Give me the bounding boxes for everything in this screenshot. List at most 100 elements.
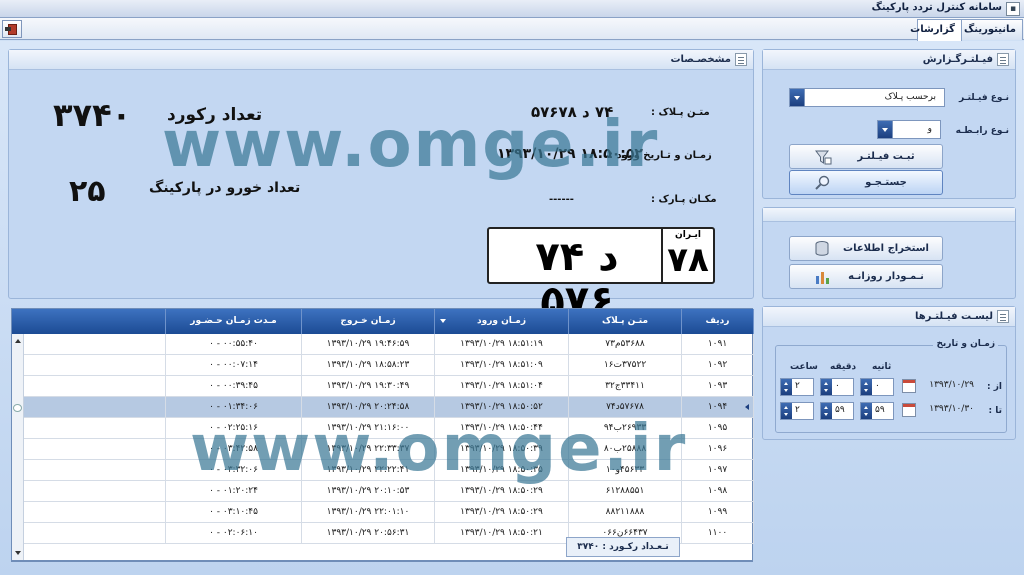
license-plate-image: ۷۴ د ۵۷۶ ایـران ۷۸ — [487, 227, 715, 324]
table-cell: ۱۳۹۳/۱۰/۲۹ ۲۰:۵۶:۳۱ — [302, 523, 435, 544]
scroll-up-icon[interactable] — [15, 339, 21, 343]
relation-type-select[interactable]: و — [877, 120, 941, 139]
table-cell: ۱۰۹۶ — [682, 439, 754, 460]
extract-panel: استخراج اطلاعات نـمـودار روزانـه — [762, 207, 1016, 299]
from-minutes-stepper[interactable]: ۰ — [820, 378, 854, 396]
from-hours-value: ۲ — [795, 381, 800, 391]
report-filter-title: فیـلتـرگـزارش — [922, 54, 993, 65]
vertical-scrollbar[interactable] — [12, 334, 24, 560]
app-icon: ▪ — [1006, 2, 1020, 16]
exit-arrow-icon — [5, 27, 11, 31]
table-cell: ۰ - ۰۳:۳۲:۰۶ — [166, 460, 302, 481]
table-cell: ۱۳۹۳/۱۰/۲۹ ۱۸:۵۰:۲۹ — [435, 481, 569, 502]
spin-arrows-icon[interactable] — [821, 379, 832, 395]
record-count-footer: تـعـداد رکـورد : ۳۷۴۰ — [566, 537, 680, 557]
table-row[interactable]: ۱۰۹۵ ۲۶۹۳۳ب۹۴ ۱۳۹۳/۱۰/۲۹ ۱۸:۵۰:۴۴ ۱۳۹۳/۱۰/۲… — [12, 418, 754, 439]
plate-region-code: ۷۸ — [667, 240, 709, 280]
table-cell: ۰ - ۰۰:۳۹:۴۵ — [166, 376, 302, 397]
table-cell: ۰ - ۰۰:۵۵:۴۰ — [166, 334, 302, 355]
to-minutes-stepper[interactable]: ۵۹ — [820, 402, 854, 420]
chevron-down-icon[interactable] — [790, 89, 805, 106]
spin-arrows-icon[interactable] — [861, 379, 872, 395]
to-date-picker[interactable]: ۱۳۹۳/۱۰/۳۰ — [902, 402, 980, 420]
register-filter-button[interactable]: ثبـت فیـلتـر — [789, 144, 943, 169]
table-cell — [24, 439, 166, 460]
table-cell: ۱۳۹۳/۱۰/۲۹ ۱۸:۵۰:۳۹ — [435, 439, 569, 460]
relation-type-value: و — [927, 124, 932, 134]
records-grid[interactable]: ردیف متـن پـلاک زمـان ورود زمـان خـروج م… — [11, 308, 754, 561]
tab-reports[interactable]: گزارشات — [910, 19, 962, 41]
tab-row: مانیتورینگ گزارشات — [0, 18, 1024, 41]
column-header-exit-time[interactable]: زمـان خـروج — [302, 309, 435, 334]
table-cell: ۰ - ۰۰:۰۷:۱۴ — [166, 355, 302, 376]
park-location-label: مکـان پـارک : — [651, 194, 717, 205]
row-selector-icon — [743, 397, 753, 418]
table-row[interactable]: ۱۰۹۷ ۴۵۶۳۳و۱۰ ۱۳۹۳/۱۰/۲۹ ۱۸:۵۰:۳۵ ۱۳۹۳/۱۰/۲… — [12, 460, 754, 481]
spin-arrows-icon[interactable] — [781, 379, 792, 395]
calendar-icon[interactable] — [902, 403, 916, 417]
vehicles-count-label: تعداد خورو در پارکینگ — [149, 180, 301, 196]
filter-type-select[interactable]: برحسب پـلاک — [789, 88, 945, 107]
table-cell: ۳۳۴۱۱ج۳۲ — [569, 376, 682, 397]
spin-arrows-icon[interactable] — [821, 403, 832, 419]
chevron-down-icon[interactable] — [878, 121, 893, 138]
table-cell: ۱۰۹۳ — [682, 376, 754, 397]
spin-arrows-icon[interactable] — [861, 403, 872, 419]
column-header-duration[interactable]: مـدت زمـان حـضـور — [166, 309, 302, 334]
to-seconds-stepper[interactable]: ۵۹ — [860, 402, 894, 420]
table-cell: ۱۰۹۵ — [682, 418, 754, 439]
to-hours-stepper[interactable]: ۲ — [780, 402, 814, 420]
exit-button[interactable] — [2, 20, 22, 38]
table-cell: ۱۳۹۳/۱۰/۲۹ ۱۸:۵۰:۲۹ — [435, 502, 569, 523]
table-cell: ۵۷۶۷۸د۷۴ — [569, 397, 682, 418]
table-cell: ۱۳۹۳/۱۰/۲۹ ۱۸:۵۰:۵۲ — [435, 397, 569, 418]
table-cell: ۴۵۶۳۳و۱۰ — [569, 460, 682, 481]
specs-panel-header: مشخصـصات — [9, 50, 753, 70]
table-cell: ۱۳۹۳/۱۰/۲۹ ۲۲:۲۲:۴۱ — [302, 460, 435, 481]
table-cell: ۱۳۹۳/۱۰/۲۹ ۱۸:۵۱:۱۹ — [435, 334, 569, 355]
daily-chart-button[interactable]: نـمـودار روزانـه — [789, 264, 943, 289]
table-row[interactable]: ۱۰۹۸ ۶۱۲۸۸۵۵۱ ۱۳۹۳/۱۰/۲۹ ۱۸:۵۰:۲۹ ۱۳۹۳/۱۰/۲… — [12, 481, 754, 502]
table-cell: ۰ - ۰۱:۲۰:۲۴ — [166, 481, 302, 502]
search-label: جستـجـو — [865, 177, 907, 188]
table-cell: ۱۰۹۷ — [682, 460, 754, 481]
from-hours-stepper[interactable]: ۲ — [780, 378, 814, 396]
table-cell: ۱۰۹۸ — [682, 481, 754, 502]
from-seconds-stepper[interactable]: ۰ — [860, 378, 894, 396]
spin-arrows-icon[interactable] — [781, 403, 792, 419]
table-row[interactable]: ۱۰۹۶ ۲۵۸۸۸ب۸۰ ۱۳۹۳/۱۰/۲۹ ۱۸:۵۰:۳۹ ۱۳۹۳/۱۰/۲… — [12, 439, 754, 460]
specs-panel: مشخصـصات ۳۷۴۰ تعداد رکورد ۲۵ تعداد خورو … — [8, 49, 754, 324]
table-cell: ۰ - ۰۱:۳۴:۰۶ — [166, 397, 302, 418]
table-cell: ۱۳۹۳/۱۰/۲۹ ۲۰:۱۰:۵۳ — [302, 481, 435, 502]
specs-title: مشخصـصات — [670, 54, 731, 65]
column-header-row-no[interactable]: ردیف — [682, 309, 754, 334]
table-row[interactable]: ۱۰۹۲ ۳۷۵۲۲ت۱۶ ۱۳۹۳/۱۰/۲۹ ۱۸:۵۱:۰۹ ۱۳۹۳/۱۰/۲… — [12, 355, 754, 376]
to-label: تا : — [988, 406, 1003, 416]
entry-time-header-label: زمـان ورود — [476, 316, 526, 326]
list-doc-icon — [997, 310, 1009, 323]
search-button[interactable]: جستـجـو — [789, 170, 943, 195]
table-cell — [24, 334, 166, 355]
table-cell: ۲۵۸۸۸ب۸۰ — [569, 439, 682, 460]
calendar-icon[interactable] — [902, 379, 916, 393]
table-cell — [24, 502, 166, 523]
plate-main-number: ۷۴ د ۵۷۶ — [535, 234, 619, 324]
column-header-entry-time[interactable]: زمـان ورود — [435, 309, 569, 334]
scroll-thumb[interactable] — [13, 404, 22, 412]
table-row[interactable]: ۱۰۹۱ ۵۳۶۸۸م۷۳ ۱۳۹۳/۱۰/۲۹ ۱۸:۵۱:۱۹ ۱۳۹۳/۱۰/۲… — [12, 334, 754, 355]
from-seconds-value: ۰ — [875, 381, 880, 391]
to-seconds-value: ۵۹ — [875, 405, 885, 415]
table-row[interactable]: ۱۰۹۹ ۸۸۲۱۱۸۸۸ ۱۳۹۳/۱۰/۲۹ ۱۸:۵۰:۲۹ ۱۳۹۳/۱۰/۲… — [12, 502, 754, 523]
table-cell: ۱۳۹۳/۱۰/۲۹ ۱۸:۵۰:۴۴ — [435, 418, 569, 439]
extract-info-button[interactable]: استخراج اطلاعات — [789, 236, 943, 261]
table-row[interactable]: ۱۰۹۳ ۳۳۴۱۱ج۳۲ ۱۳۹۳/۱۰/۲۹ ۱۸:۵۱:۰۴ ۱۳۹۳/۱۰/۲… — [12, 376, 754, 397]
from-date-picker[interactable]: ۱۳۹۳/۱۰/۲۹ — [902, 378, 980, 396]
table-cell: ۰ - ۰۳:۱۰:۴۵ — [166, 502, 302, 523]
tab-monitoring[interactable]: مانیتورینگ — [961, 19, 1023, 40]
sort-down-icon[interactable] — [440, 319, 446, 323]
column-header-plate[interactable]: متـن پـلاک — [569, 309, 682, 334]
table-row[interactable]: ۱۰۹۴ ۵۷۶۷۸د۷۴ ۱۳۹۳/۱۰/۲۹ ۱۸:۵۰:۵۲ ۱۳۹۳/۱۰/۲… — [12, 397, 754, 418]
table-cell — [24, 481, 166, 502]
vehicles-count-value: ۲۵ — [69, 174, 106, 209]
scroll-down-icon[interactable] — [15, 551, 21, 555]
